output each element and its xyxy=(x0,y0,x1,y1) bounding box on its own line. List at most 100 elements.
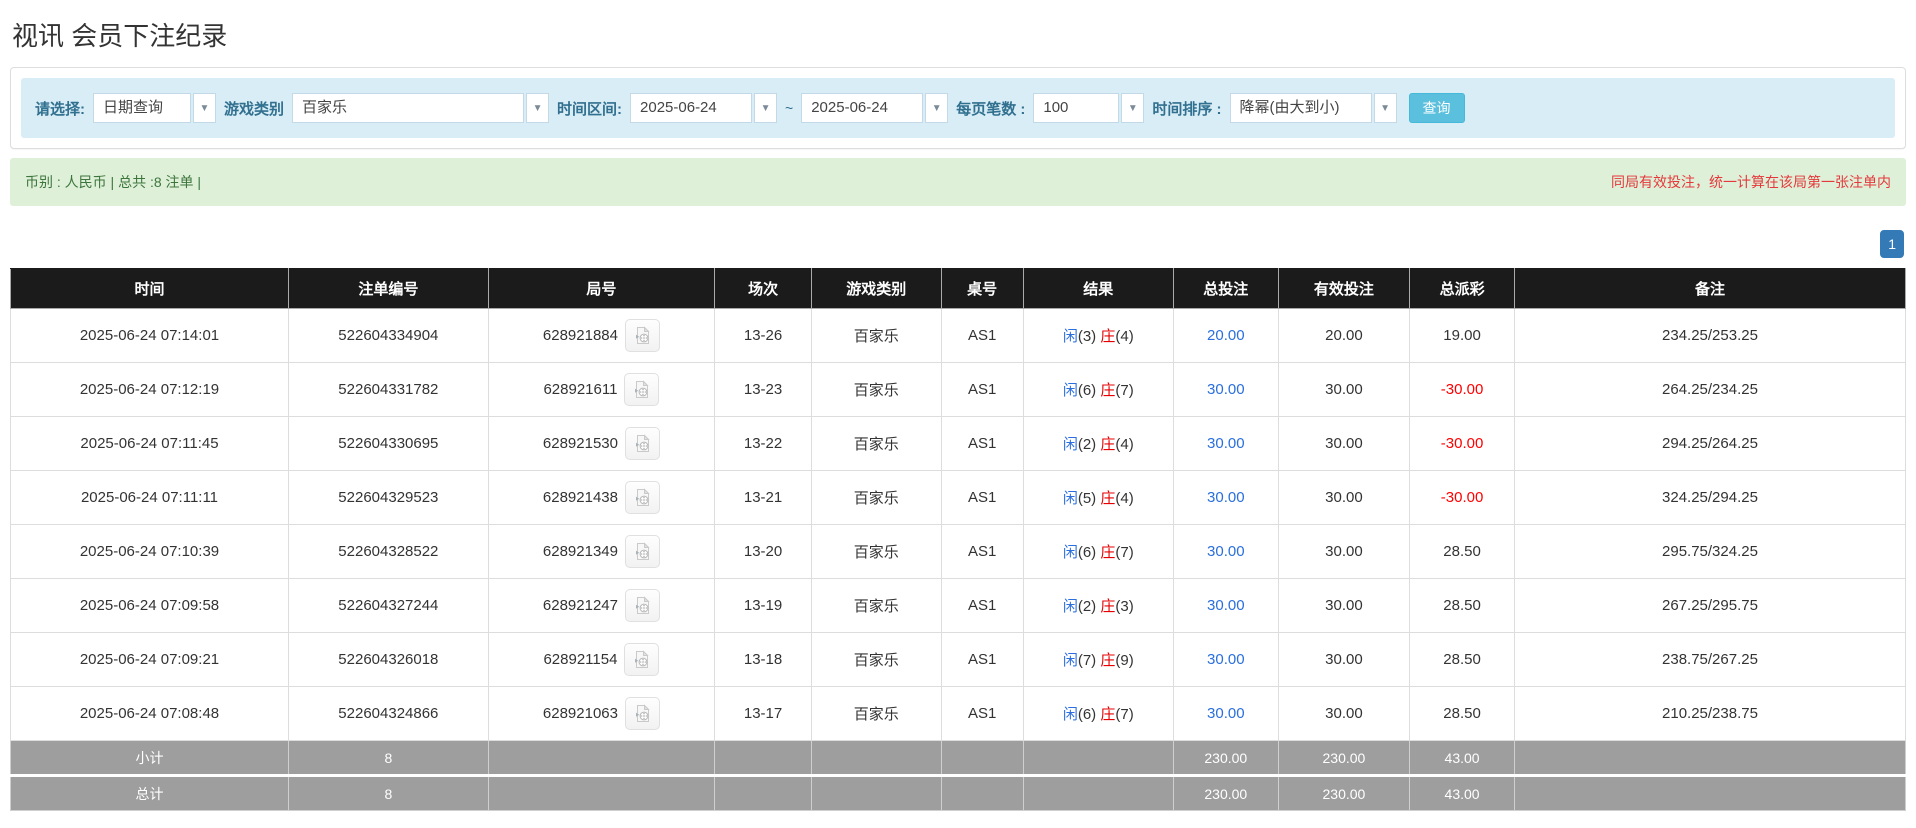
page-1-button[interactable]: 1 xyxy=(1880,230,1904,258)
total-bet-link[interactable]: 30.00 xyxy=(1207,597,1245,614)
video-replay-button[interactable] xyxy=(624,373,660,406)
cell-payout: -30.00 xyxy=(1409,362,1515,417)
chevron-down-icon[interactable]: ▼ xyxy=(925,93,949,123)
round-id-text: 628921884 xyxy=(542,327,618,344)
footer-payout: 43.00 xyxy=(1409,740,1515,776)
cell-game-type: 百家乐 xyxy=(810,470,942,525)
payout-value: 28.50 xyxy=(1443,543,1481,560)
search-button[interactable]: 查询 xyxy=(1408,93,1465,123)
player-result-label: 闲 xyxy=(1062,652,1078,669)
table-header-row: 时间 注单编号 局号 场次 游戏类别 桌号 结果 总投注 有效投注 总派彩 备注 xyxy=(10,268,1907,309)
banker-result-score: (4) xyxy=(1115,490,1134,507)
chevron-down-icon[interactable]: ▼ xyxy=(754,93,778,123)
total-bet-link[interactable]: 30.00 xyxy=(1207,705,1245,722)
player-result-label: 闲 xyxy=(1062,436,1078,453)
video-icon xyxy=(635,326,650,344)
video-icon xyxy=(635,704,650,722)
round-id-text: 628921438 xyxy=(542,489,618,506)
footer-payout: 43.00 xyxy=(1409,774,1515,811)
cell-result: 闲(2) 庄(4) xyxy=(1022,416,1174,471)
cell-bet-id: 522604331782 xyxy=(288,362,489,417)
pagination: 1 xyxy=(10,230,1904,258)
player-result-label: 闲 xyxy=(1062,382,1078,399)
footer-empty-session xyxy=(714,740,812,776)
footer-label: 总计 xyxy=(10,774,289,811)
game-type-value[interactable]: 百家乐 xyxy=(292,93,525,123)
cell-round-id: 628921349 xyxy=(487,524,716,579)
cell-game-type: 百家乐 xyxy=(810,308,942,363)
footer-empty-remark xyxy=(1513,740,1907,776)
game-type-select[interactable]: 百家乐 ▼ xyxy=(292,93,550,123)
video-replay-button[interactable] xyxy=(624,481,660,514)
player-result-label: 闲 xyxy=(1062,598,1078,615)
video-replay-button[interactable] xyxy=(624,589,660,622)
time-sort-value[interactable]: 降幂(由大到小) xyxy=(1229,93,1372,123)
cell-game-type: 百家乐 xyxy=(810,362,942,417)
filter-bar: 请选择: 日期查询 ▼ 游戏类别 百家乐 ▼ 时间区间: 2025-06-24 … xyxy=(21,78,1895,138)
column-header-4: 场次 xyxy=(714,268,812,309)
cell-table-id: AS1 xyxy=(940,470,1024,525)
cell-round-id: 628921611 xyxy=(487,362,716,417)
page-size-value[interactable]: 100 xyxy=(1033,93,1120,123)
cell-round-id: 628921530 xyxy=(487,416,716,471)
column-header-3: 局号 xyxy=(487,268,716,309)
time-sort-select[interactable]: 降幂(由大到小) ▼ xyxy=(1229,93,1397,123)
round-id-text: 628921530 xyxy=(542,435,618,452)
date-to-select[interactable]: 2025-06-24 ▼ xyxy=(801,93,949,123)
table-row: 2025-06-24 07:09:21 522604326018 628921154… xyxy=(10,632,1907,687)
total-bet-link[interactable]: 30.00 xyxy=(1207,381,1245,398)
cell-round-id: 628921438 xyxy=(487,470,716,525)
chevron-down-icon[interactable]: ▼ xyxy=(526,93,550,123)
query-type-select[interactable]: 日期查询 ▼ xyxy=(93,93,216,123)
cell-valid-bet: 30.00 xyxy=(1277,686,1411,741)
video-icon xyxy=(635,434,650,452)
page-size-select[interactable]: 100 ▼ xyxy=(1033,93,1145,123)
video-replay-button[interactable] xyxy=(624,319,660,352)
query-type-value[interactable]: 日期查询 xyxy=(93,93,191,123)
date-from-select[interactable]: 2025-06-24 ▼ xyxy=(630,93,778,123)
payout-value: 19.00 xyxy=(1443,327,1481,344)
payout-value: 28.50 xyxy=(1443,705,1481,722)
chevron-down-icon[interactable]: ▼ xyxy=(1373,93,1397,123)
chevron-down-icon[interactable]: ▼ xyxy=(193,93,216,123)
total-bet-link[interactable]: 30.00 xyxy=(1207,543,1245,560)
cell-total-bet: 30.00 xyxy=(1172,470,1279,525)
column-header-2: 注单编号 xyxy=(288,268,489,309)
video-replay-button[interactable] xyxy=(624,643,660,676)
time-range-label: 时间区间: xyxy=(557,100,623,118)
video-replay-button[interactable] xyxy=(624,427,660,460)
cell-game-type: 百家乐 xyxy=(810,416,942,471)
summary-currency-count: 币别 : 人民币 | 总共 :8 注单 | xyxy=(25,174,202,190)
page: 视讯 会员下注纪录 请选择: 日期查询 ▼ 游戏类别 百家乐 ▼ 时间区间: 2… xyxy=(0,0,1916,828)
game-type-label: 游戏类别 xyxy=(224,100,285,118)
date-to-value[interactable]: 2025-06-24 xyxy=(801,93,924,123)
total-bet-link[interactable]: 30.00 xyxy=(1207,489,1245,506)
cell-remark: 295.75/324.25 xyxy=(1513,524,1907,579)
video-icon xyxy=(635,380,650,398)
cell-table-id: AS1 xyxy=(940,686,1024,741)
total-bet-link[interactable]: 20.00 xyxy=(1207,327,1245,344)
footer-label: 小计 xyxy=(10,740,289,776)
cell-round-id: 628921154 xyxy=(487,632,716,687)
cell-payout: 28.50 xyxy=(1409,578,1515,633)
total-bet-link[interactable]: 30.00 xyxy=(1207,651,1245,668)
banker-result-label: 庄 xyxy=(1100,544,1116,561)
chevron-down-icon[interactable]: ▼ xyxy=(1121,93,1145,123)
round-id-text: 628921611 xyxy=(543,381,618,398)
round-id-text: 628921349 xyxy=(542,543,618,560)
player-result-score: (7) xyxy=(1077,652,1097,669)
total-bet-link[interactable]: 30.00 xyxy=(1207,435,1245,452)
cell-result: 闲(3) 庄(4) xyxy=(1022,308,1174,363)
video-replay-button[interactable] xyxy=(624,535,660,568)
column-header-6: 桌号 xyxy=(940,268,1024,309)
cell-valid-bet: 30.00 xyxy=(1277,578,1411,633)
filter-panel: 请选择: 日期查询 ▼ 游戏类别 百家乐 ▼ 时间区间: 2025-06-24 … xyxy=(10,67,1906,149)
video-replay-button[interactable] xyxy=(624,697,660,730)
cell-session: 13-17 xyxy=(714,686,812,741)
date-from-value[interactable]: 2025-06-24 xyxy=(630,93,753,123)
banker-result-label: 庄 xyxy=(1100,652,1116,669)
date-range-separator: ~ xyxy=(785,100,794,116)
cell-time: 2025-06-24 07:08:48 xyxy=(10,686,289,741)
cell-time: 2025-06-24 07:09:58 xyxy=(10,578,289,633)
cell-bet-id: 522604326018 xyxy=(288,632,489,687)
